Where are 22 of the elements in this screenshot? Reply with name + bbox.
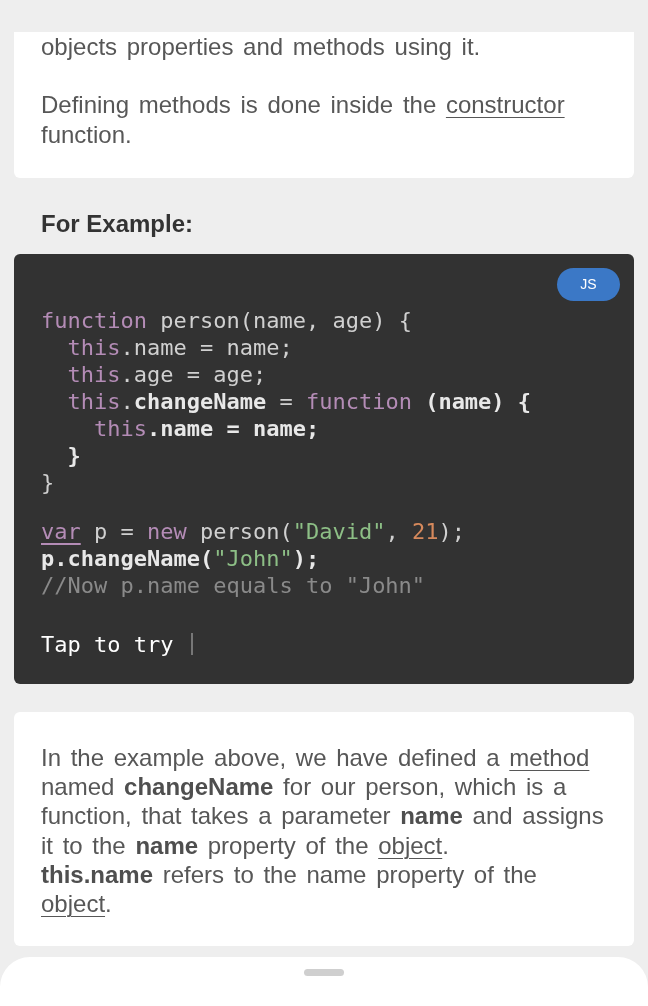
link[interactable]: constructor: [445, 91, 565, 119]
code-line: this.name = name;: [67, 333, 293, 361]
paragraph: In the example above, we have defined a method named changeName for our person, which is a function, that takes a parameter name and assigns it to the name property of the object. this.name refers to the name property of the object.: [41, 742, 605, 919]
language-badge: JS: [557, 267, 620, 301]
code-line: p.changeName("John");: [41, 544, 320, 572]
code-line: this.changeName = function (name) {: [67, 387, 532, 415]
code-line: var p = new person("David", 21);: [41, 517, 465, 545]
link[interactable]: object: [378, 831, 443, 859]
try-code-button[interactable]: Tap to try: [41, 630, 194, 658]
text-cursor-icon: [191, 633, 194, 656]
code-line: function person(name, age) {: [41, 306, 412, 334]
code-line: }: [67, 441, 81, 469]
paragraph: objects properties and methods using it.: [41, 32, 482, 62]
code-line: }: [41, 468, 55, 496]
paragraph: Defining methods is done inside the constructor function.: [41, 90, 566, 149]
code-line: this.name = name;: [93, 414, 320, 442]
code-line: //Now p.name equals to "John": [41, 571, 426, 599]
drag-handle[interactable]: [304, 968, 344, 976]
code-line: this.age = age;: [67, 360, 267, 388]
link[interactable]: method: [509, 743, 590, 771]
link[interactable]: object: [41, 890, 106, 918]
section-heading: For Example:: [41, 209, 194, 238]
